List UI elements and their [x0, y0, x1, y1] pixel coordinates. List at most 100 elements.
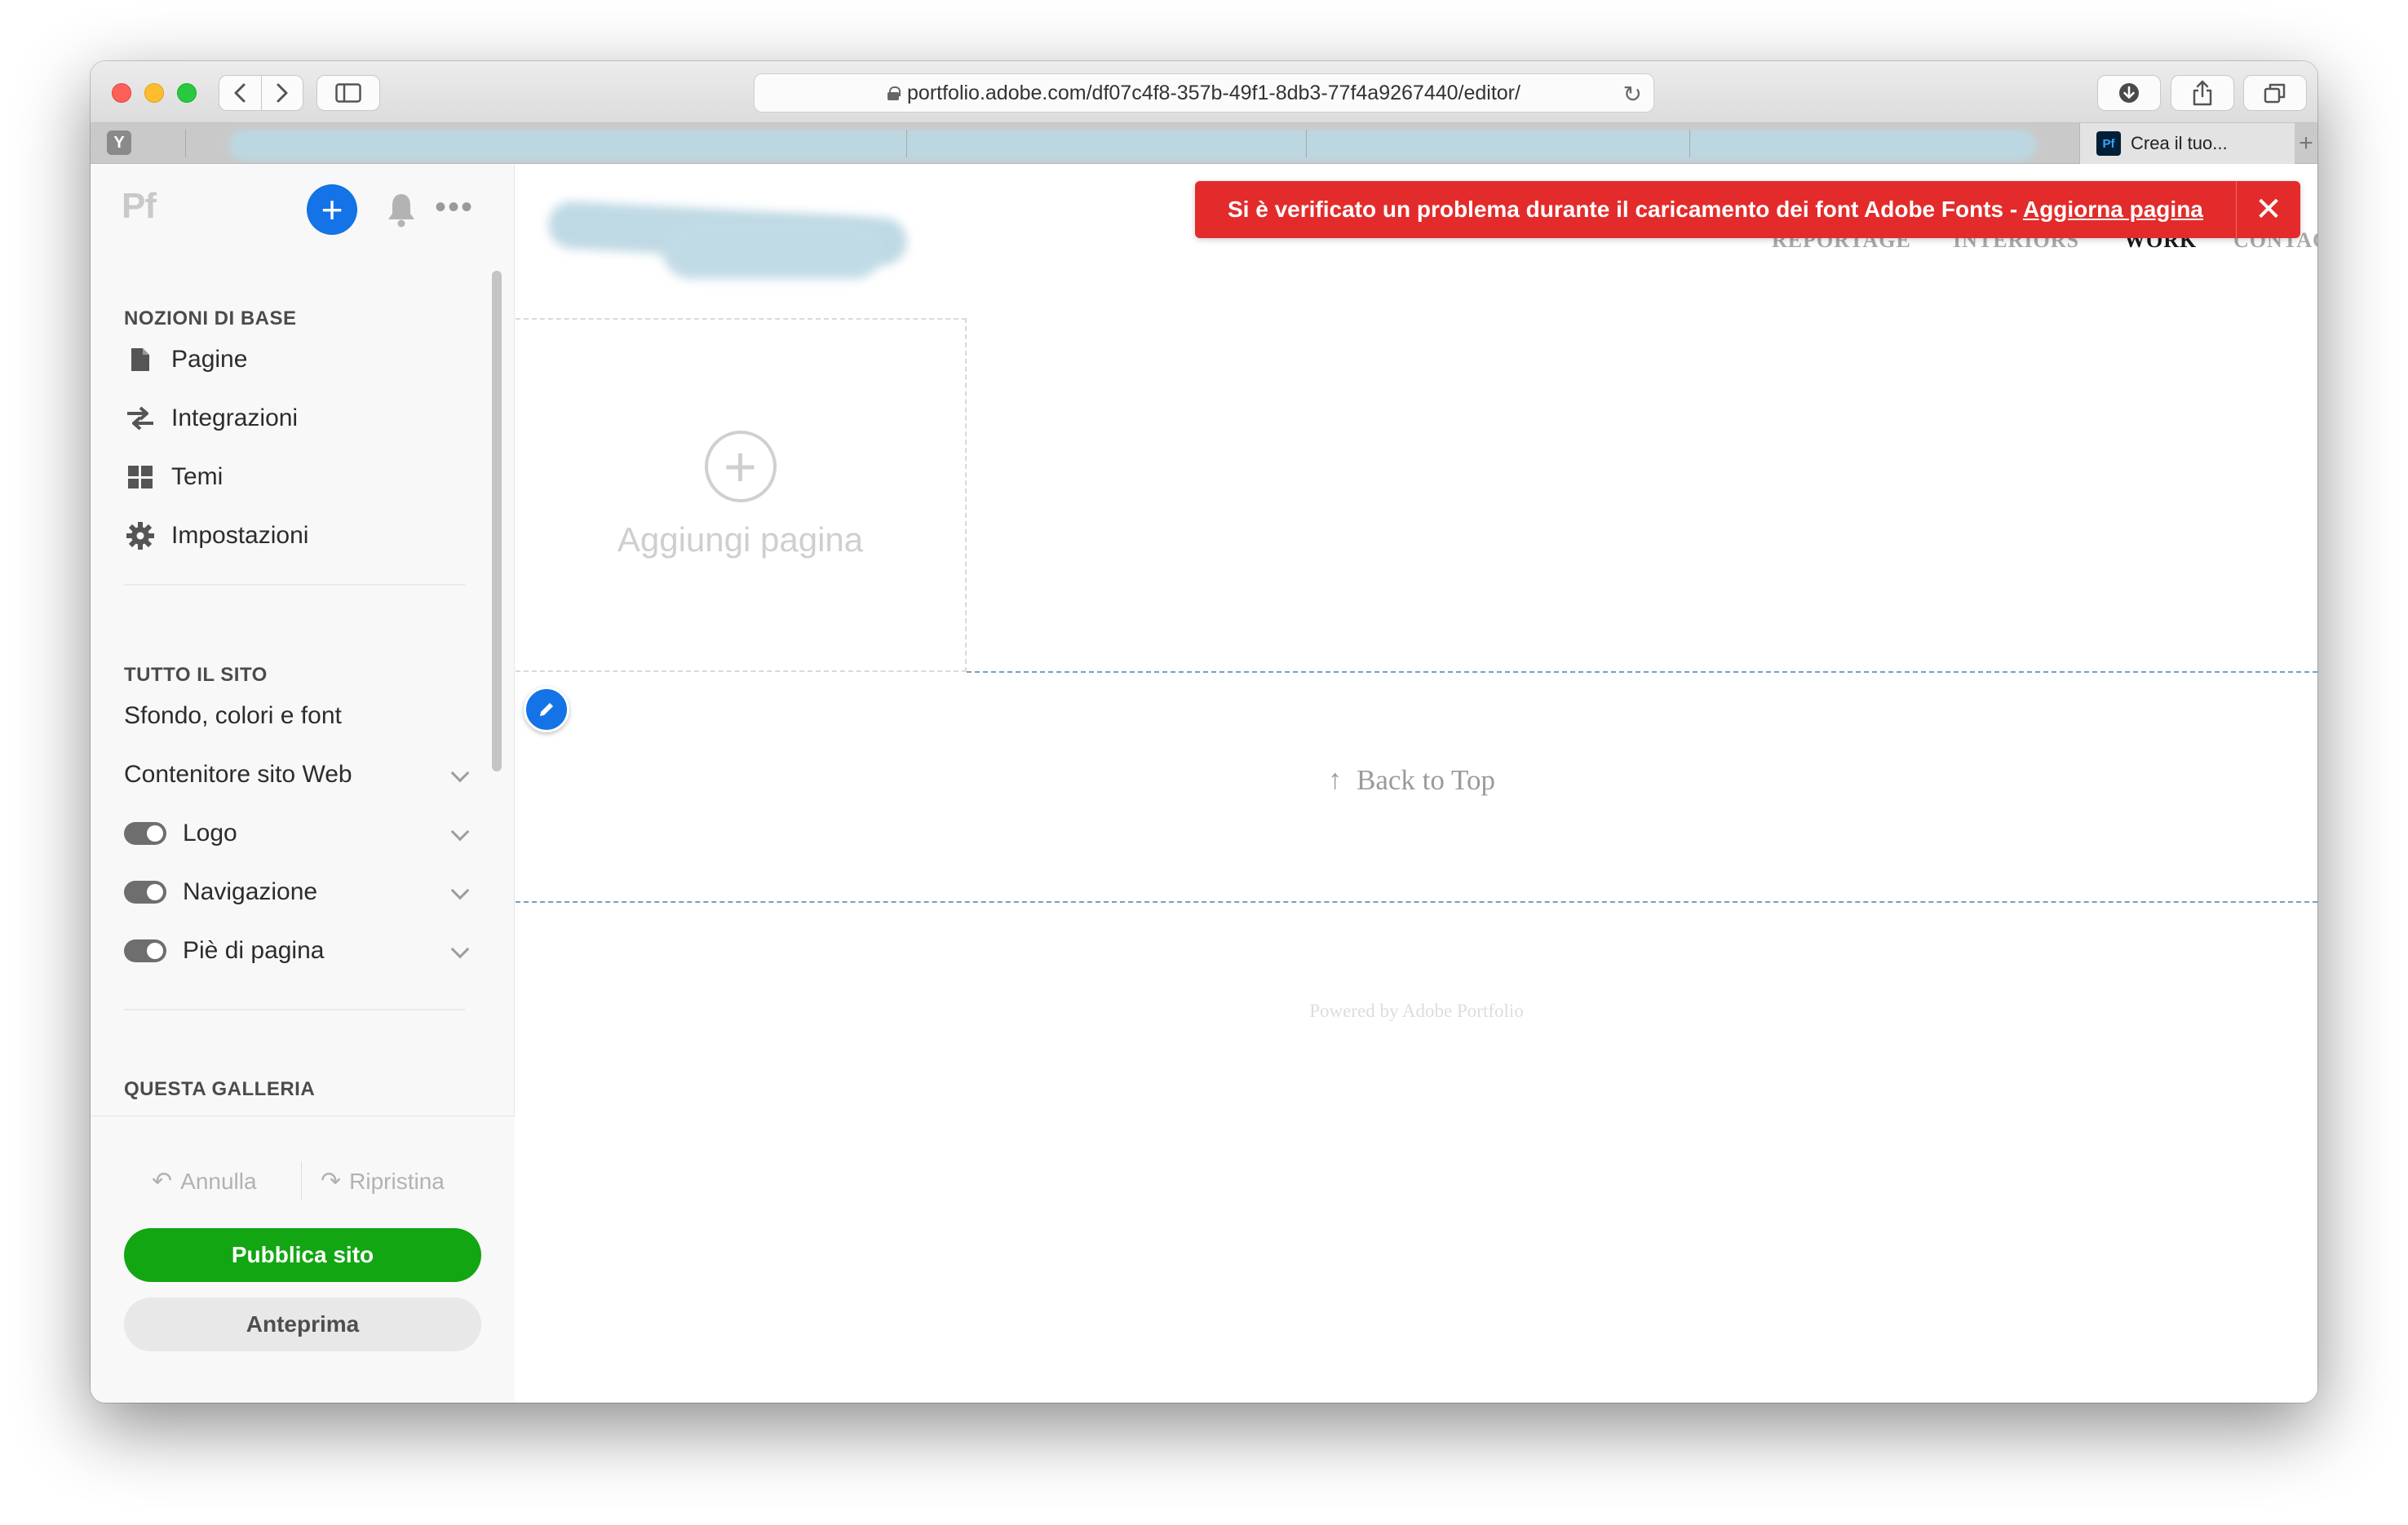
sidebar-icon — [335, 83, 361, 103]
tab-title: Crea il tuo... — [2131, 133, 2228, 153]
sidebar-item-pages[interactable]: Pagine — [124, 338, 467, 381]
add-page-tile[interactable]: + Aggiungi pagina — [516, 318, 967, 672]
tab-active[interactable]: Pf Crea il tuo... — [2079, 123, 2295, 164]
section-site-title: TUTTO IL SITO — [124, 664, 268, 686]
chevron-down-icon[interactable] — [450, 881, 470, 900]
lock-icon — [888, 86, 901, 100]
close-window-button[interactable] — [112, 83, 131, 103]
tabs-icon — [2264, 83, 2286, 104]
gear-icon — [124, 519, 157, 552]
minimize-window-button[interactable] — [144, 83, 164, 103]
portfolio-favicon-icon: Pf — [2096, 131, 2121, 156]
redo-button[interactable]: ↷ Ripristina — [321, 1167, 445, 1196]
sidebar-item-label: Logo — [183, 820, 237, 846]
powered-by-footer[interactable]: Powered by Adobe Portfolio — [516, 1001, 2317, 1022]
preview-button[interactable]: Anteprima — [124, 1297, 481, 1351]
back-to-top-label: Back to Top — [1357, 764, 1495, 796]
sidebar-item-logo[interactable]: Logo — [124, 812, 475, 855]
themes-icon — [124, 461, 157, 493]
section-boundary-top — [967, 671, 2317, 673]
download-icon — [2119, 83, 2139, 103]
chevron-right-icon — [277, 83, 288, 103]
site-preview: REPORTAGE INTERIORS WORK CONTACT + Aggiu… — [516, 165, 2317, 1403]
sidebar-item-background-colors-fonts[interactable]: Sfondo, colori e font — [124, 695, 475, 737]
sidebar-item-label: Temi — [171, 463, 224, 490]
downloads-button[interactable] — [2097, 75, 2161, 111]
notifications-button[interactable] — [379, 188, 423, 232]
chevron-left-icon — [234, 83, 246, 103]
banner-message: Si è verificato un problema durante il c… — [1195, 197, 2236, 223]
tab-bar: Y Pf Crea il tuo... + — [91, 123, 2317, 164]
share-icon — [2193, 80, 2212, 106]
pencil-icon — [540, 703, 553, 716]
undo-label: Annulla — [180, 1168, 257, 1194]
browser-window: portfolio.adobe.com/df07c4f8-357b-49f1-8… — [91, 61, 2317, 1403]
section-basics-title: NOZIONI DI BASE — [124, 307, 297, 329]
editor-sidebar: Pf + ••• NOZIONI DI BASE Pagine Integraz… — [91, 165, 515, 1403]
add-content-button[interactable]: + — [307, 184, 357, 235]
sidebar-divider — [124, 1009, 465, 1010]
footer-toggle[interactable] — [124, 939, 166, 962]
close-icon[interactable]: ✕ — [2237, 181, 2300, 238]
chevron-down-icon[interactable] — [450, 763, 470, 783]
sidebar-item-label: Impostazioni — [171, 522, 309, 549]
tab-divider — [906, 130, 907, 157]
logo-toggle[interactable] — [124, 822, 166, 845]
sidebar-item-label: Sfondo, colori e font — [124, 702, 342, 729]
navigation-toggle[interactable] — [124, 881, 166, 904]
banner-text: Si è verificato un problema durante il c… — [1228, 197, 2023, 222]
zoom-window-button[interactable] — [177, 83, 197, 103]
plus-icon: + — [321, 188, 343, 231]
portfolio-logo[interactable]: Pf — [122, 186, 157, 227]
undo-redo-separator — [301, 1161, 302, 1200]
more-options-icon[interactable]: ••• — [435, 189, 474, 226]
sidebar-item-label: Pagine — [171, 346, 248, 373]
sidebar-item-themes[interactable]: Temi — [124, 456, 467, 498]
reload-icon[interactable]: ↻ — [1623, 81, 1642, 108]
reload-page-link[interactable]: Aggiorna pagina — [2023, 197, 2203, 222]
section-gallery-title: QUESTA GALLERIA — [124, 1078, 316, 1100]
tab-divider — [185, 130, 186, 157]
integrations-icon — [124, 402, 157, 435]
sidebar-toggle-button[interactable] — [316, 75, 380, 111]
back-button[interactable] — [219, 75, 261, 111]
section-boundary-bottom — [516, 901, 2317, 903]
tab-overview-button[interactable] — [2243, 75, 2307, 111]
page-icon — [124, 343, 157, 376]
sidebar-item-label: Piè di pagina — [183, 937, 325, 964]
sidebar-divider — [124, 584, 465, 586]
back-to-top-link[interactable]: ↑ Back to Top — [1328, 764, 1495, 797]
tab-divider — [1689, 130, 1690, 157]
tab-divider — [1306, 130, 1307, 157]
sidebar-item-label: Navigazione — [183, 878, 318, 905]
page-content: Pf + ••• NOZIONI DI BASE Pagine Integraz… — [91, 165, 2317, 1403]
address-bar[interactable]: portfolio.adobe.com/df07c4f8-357b-49f1-8… — [754, 73, 1654, 113]
chevron-down-icon[interactable] — [450, 822, 470, 842]
tab-favicon-y[interactable]: Y — [107, 130, 131, 155]
add-page-label: Aggiungi pagina — [617, 520, 864, 559]
sidebar-item-site-container[interactable]: Contenitore sito Web — [124, 754, 475, 796]
font-error-banner: Si è verificato un problema durante il c… — [1195, 181, 2300, 238]
redo-label: Ripristina — [349, 1168, 445, 1194]
share-button[interactable] — [2171, 75, 2234, 111]
chevron-down-icon[interactable] — [450, 939, 470, 959]
sidebar-item-settings[interactable]: Impostazioni — [124, 515, 467, 557]
undo-button[interactable]: ↶ Annulla — [152, 1167, 257, 1196]
publish-site-button[interactable]: Pubblica sito — [124, 1228, 481, 1282]
forward-button[interactable] — [261, 75, 303, 111]
new-tab-button[interactable]: + — [2295, 123, 2317, 164]
sidebar-actions: ↶ Annulla ↷ Ripristina Pubblica sito Ant… — [91, 1116, 515, 1403]
url-text: portfolio.adobe.com/df07c4f8-357b-49f1-8… — [907, 81, 1520, 104]
arrow-up-icon: ↑ — [1328, 765, 1342, 795]
edit-section-button[interactable] — [524, 687, 569, 732]
sidebar-scrollbar[interactable] — [492, 271, 502, 771]
redacted-site-logo-part — [662, 222, 883, 279]
navigation-buttons — [219, 75, 303, 111]
sidebar-item-navigation[interactable]: Navigazione — [124, 871, 475, 913]
sidebar-item-label: Integrazioni — [171, 404, 299, 431]
sidebar-item-label: Contenitore sito Web — [124, 761, 352, 788]
sidebar-item-integrations[interactable]: Integrazioni — [124, 397, 467, 440]
redo-icon: ↷ — [321, 1168, 342, 1195]
bell-icon — [388, 194, 414, 228]
sidebar-item-footer[interactable]: Piè di pagina — [124, 930, 475, 972]
